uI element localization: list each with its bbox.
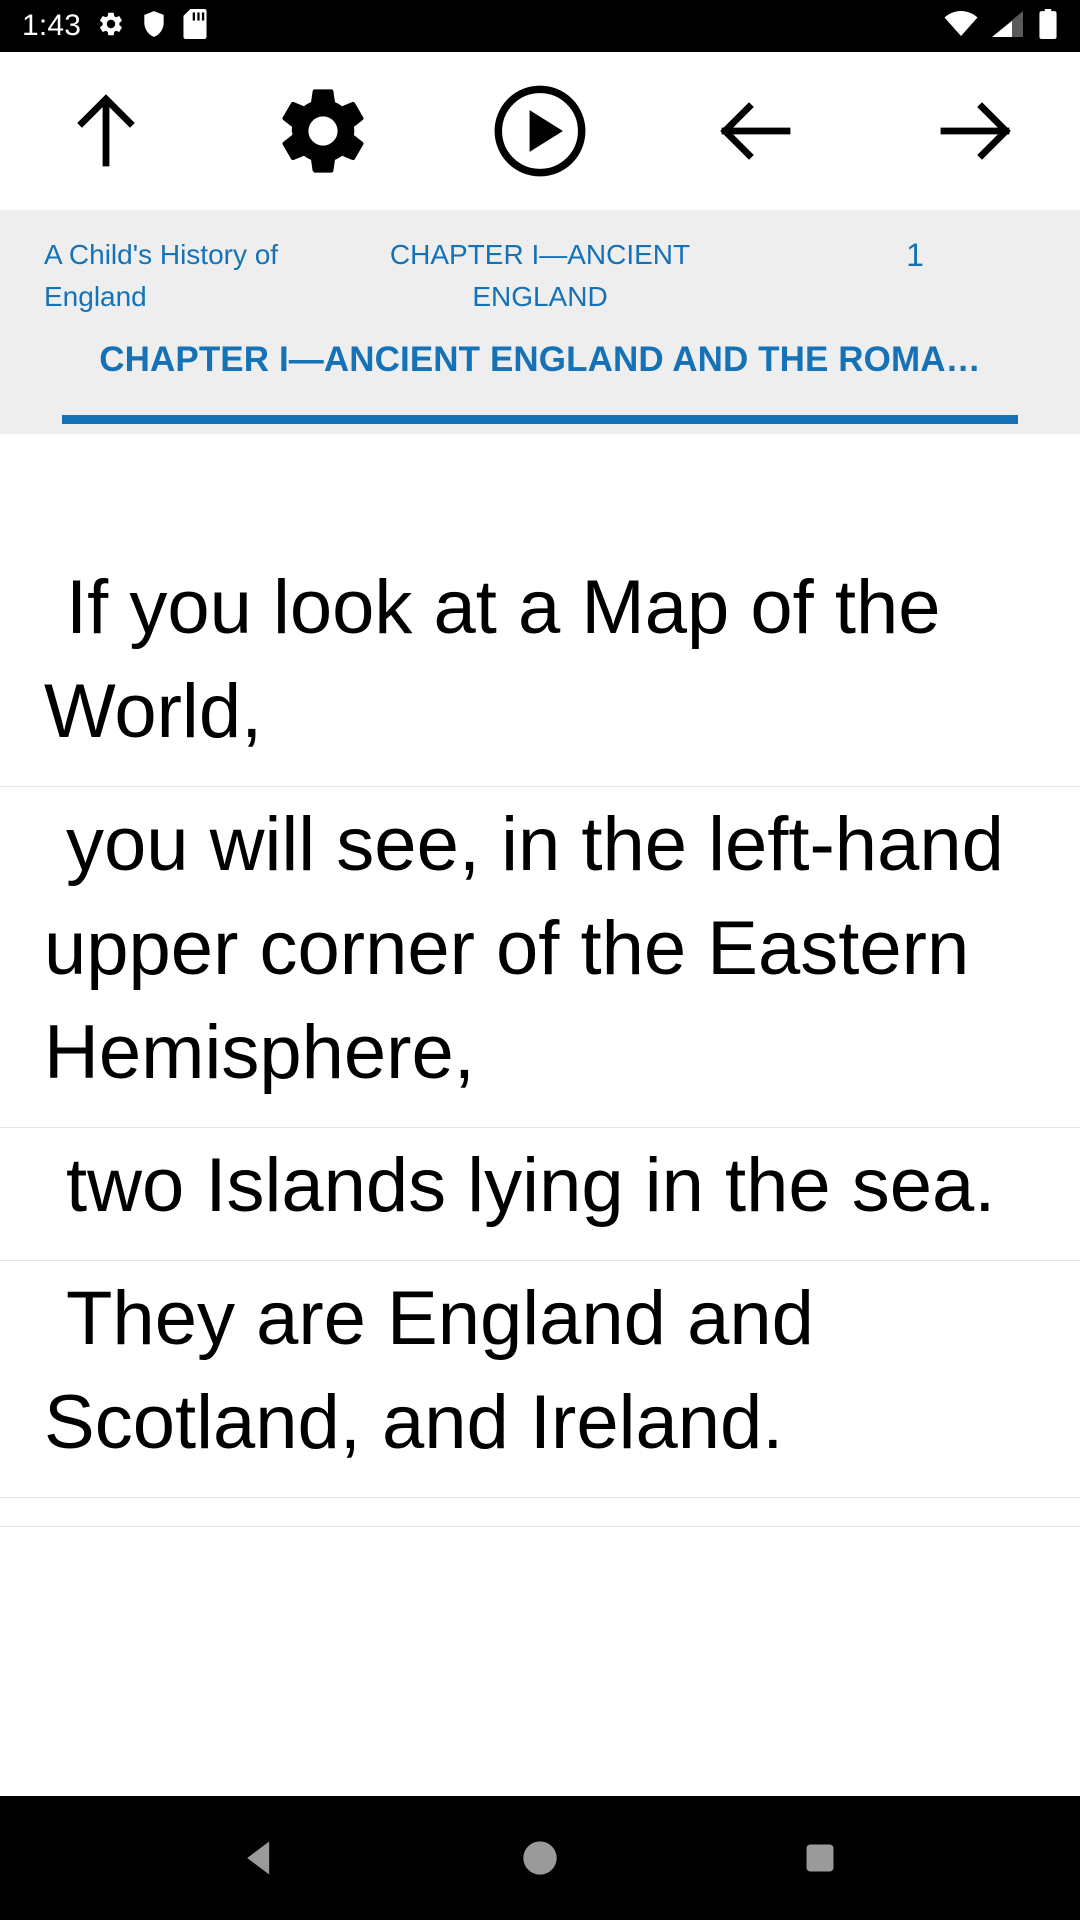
status-bar-clock: 1:43	[22, 9, 82, 42]
paragraph-text: two Islands lying in the sea.	[66, 1143, 996, 1228]
selected-tab-row: CHAPTER I—ANCIENT ENGLAND AND THE ROMA…	[0, 318, 1080, 434]
breadcrumb-item-page[interactable]: 1	[750, 234, 1080, 276]
status-bar: 1:43	[0, 0, 1080, 52]
gear-icon	[97, 10, 125, 43]
up-arrow-icon[interactable]	[46, 71, 166, 191]
paragraph-row[interactable]: two Islands lying in the sea.	[0, 1128, 1080, 1261]
android-home-button[interactable]	[480, 1798, 600, 1918]
paragraph-text: If you look at a Map of the World,	[44, 565, 941, 754]
app-toolbar	[0, 52, 1080, 210]
battery-icon	[1038, 8, 1058, 44]
settings-gear-icon[interactable]	[263, 71, 383, 191]
paragraph-row[interactable]: you will see, in the left-hand upper cor…	[0, 787, 1080, 1128]
paragraph-text: They are England and Scotland, and Irela…	[44, 1276, 814, 1465]
play-circle-icon[interactable]	[480, 71, 600, 191]
paragraph-row[interactable]: They are England and Scotland, and Irela…	[0, 1261, 1080, 1498]
status-bar-left: 1:43	[22, 8, 207, 44]
paragraph-text: you will see, in the left-hand upper cor…	[44, 802, 1004, 1095]
paragraph-row-partial[interactable]	[0, 1498, 1080, 1527]
tab-indicator	[62, 415, 1018, 424]
breadcrumb: A Child's History of England CHAPTER I—A…	[0, 210, 1080, 318]
tab-strip: A Child's History of England CHAPTER I—A…	[0, 210, 1080, 434]
left-arrow-icon[interactable]	[697, 71, 817, 191]
wifi-icon	[944, 10, 978, 42]
android-nav-bar	[0, 1796, 1080, 1920]
breadcrumb-item-book[interactable]: A Child's History of England	[0, 234, 330, 318]
status-bar-right	[944, 8, 1058, 44]
android-back-button[interactable]	[200, 1798, 320, 1918]
breadcrumb-item-chapter[interactable]: CHAPTER I—ANCIENT ENGLAND	[330, 234, 750, 318]
shield-icon	[141, 10, 167, 43]
paragraph-row[interactable]: If you look at a Map of the World,	[0, 550, 1080, 787]
right-arrow-icon[interactable]	[914, 71, 1034, 191]
android-recents-button[interactable]	[760, 1798, 880, 1918]
content-top-spacer	[0, 434, 1080, 550]
cellular-signal-icon	[992, 10, 1024, 42]
reader-content: If you look at a Map of the World, you w…	[0, 434, 1080, 1796]
tab-selected-chapter[interactable]: CHAPTER I—ANCIENT ENGLAND AND THE ROMA…	[99, 338, 980, 382]
sdcard-icon	[183, 8, 207, 44]
app-root: 1:43 A Child's History of England CHAPTE…	[0, 0, 1080, 1920]
